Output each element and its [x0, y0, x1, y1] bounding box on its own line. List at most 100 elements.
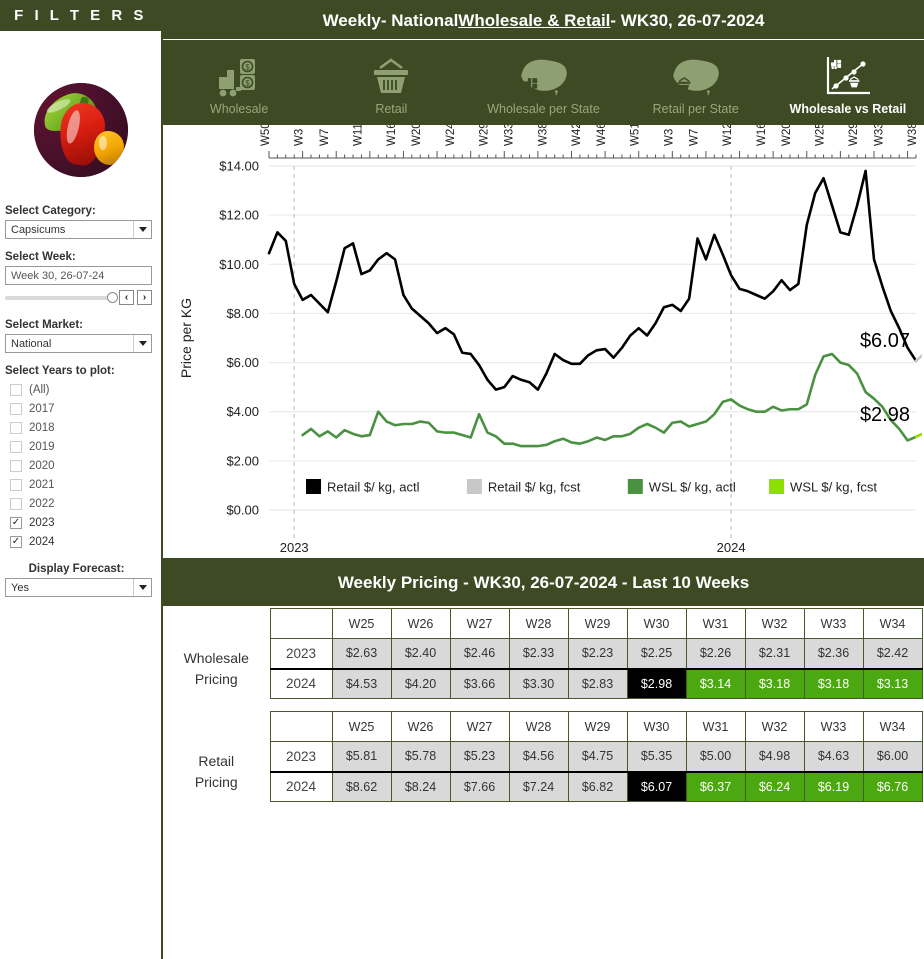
forecast-select-value: Yes	[11, 581, 29, 594]
week-column-header: W34	[862, 711, 923, 742]
category-select[interactable]: Capsicums	[5, 220, 152, 239]
wholesale-truck-icon: $ $	[216, 51, 262, 99]
checkbox-icon[interactable]	[10, 440, 22, 453]
table-price-cell[interactable]: $5.00	[685, 741, 746, 772]
year-checkbox-2023[interactable]: ✓ 2023	[10, 513, 153, 532]
year-checkbox-2018[interactable]: 2018	[10, 418, 153, 437]
table-row-label: Wholesale Pricing	[163, 639, 270, 699]
forecast-label: Display Forecast:	[28, 563, 125, 575]
year-checkbox-2022[interactable]: 2022	[10, 494, 153, 513]
tab-wholesale-per-state[interactable]: Wholesale per State	[467, 40, 619, 122]
table-price-cell[interactable]: $6.07	[626, 770, 687, 802]
week-column-header: W29	[567, 608, 628, 639]
table-price-cell[interactable]: $2.42	[862, 638, 923, 669]
tab-retail-per-state[interactable]: Retail per State	[620, 40, 772, 122]
year-checkbox-2024[interactable]: ✓ 2024	[10, 532, 153, 551]
table-price-cell[interactable]: $3.30	[508, 667, 569, 699]
year-column-header	[269, 608, 333, 639]
week-slider-knob[interactable]	[107, 291, 118, 303]
table-price-cell[interactable]: $5.23	[449, 741, 510, 772]
chevron-down-icon[interactable]	[133, 335, 151, 352]
week-prev-button[interactable]: ‹	[119, 290, 134, 305]
weekly-pricing-tables: W25 W26 W27 W28 W29 W30 W31 W32 W33 W34 Wholesale P…	[163, 608, 924, 959]
checkbox-icon[interactable]	[10, 421, 22, 434]
legend-label: Retail $/ kg, actl	[327, 480, 420, 495]
table-price-cell[interactable]: $7.24	[508, 770, 569, 802]
table-price-cell[interactable]: $4.20	[390, 667, 451, 699]
week-next-button[interactable]: ›	[137, 290, 152, 305]
chevron-down-icon[interactable]	[133, 221, 151, 238]
retail-basket-icon	[369, 51, 413, 99]
chevron-down-icon[interactable]	[133, 579, 151, 596]
table-price-cell[interactable]: $5.81	[331, 741, 392, 772]
x-axis-tick-label: W24	[445, 125, 457, 146]
week-column-header: W28	[508, 711, 569, 742]
table-price-cell[interactable]: $8.24	[390, 770, 451, 802]
table-price-cell[interactable]: $2.25	[626, 638, 687, 669]
checkbox-icon[interactable]	[10, 459, 22, 472]
svg-text:$: $	[245, 63, 250, 72]
table-price-cell[interactable]: $2.36	[803, 638, 864, 669]
forecast-select[interactable]: Yes	[5, 578, 152, 597]
year-checkbox-2019[interactable]: 2019	[10, 437, 153, 456]
table-price-cell[interactable]: $2.83	[567, 667, 628, 699]
year-label: 2017	[29, 402, 55, 415]
week-filter: Select Week: Week 30, 26-07-24 ‹ ›	[0, 251, 161, 305]
table-price-cell[interactable]: $3.18	[744, 667, 805, 699]
table-price-cell[interactable]: $2.33	[508, 638, 569, 669]
x-axis-tick-label: W16	[386, 125, 398, 146]
week-slider-row[interactable]: ‹ ›	[5, 290, 152, 305]
week-slider-track[interactable]	[5, 291, 118, 303]
table-price-cell[interactable]: $6.19	[803, 770, 864, 802]
table-price-cell[interactable]: $6.82	[567, 770, 628, 802]
category-filter: Select Category: Capsicums	[0, 205, 161, 239]
table-price-cell[interactable]: $4.75	[567, 741, 628, 772]
table-price-cell[interactable]: $6.00	[862, 741, 923, 772]
table-price-cell[interactable]: $7.66	[449, 770, 510, 802]
week-column-header: W26	[390, 711, 451, 742]
table-price-cell[interactable]: $3.14	[685, 667, 746, 699]
table-price-cell[interactable]: $2.26	[685, 638, 746, 669]
checkbox-icon[interactable]	[10, 497, 22, 510]
table-price-cell[interactable]: $6.37	[685, 770, 746, 802]
x-axis-tick-label: W25	[815, 125, 827, 146]
table-price-cell[interactable]: $2.23	[567, 638, 628, 669]
x-axis-tick-label: W20	[411, 125, 423, 146]
wholesale-vs-retail-chart: $14.00 $12.00 $10.00 $8.00 $6.00 $4.00 $2.00 $0…	[163, 124, 924, 560]
table-price-cell[interactable]: $4.53	[331, 667, 392, 699]
market-select-value: National	[11, 337, 52, 350]
table-price-cell[interactable]: $2.40	[390, 638, 451, 669]
table-price-cell[interactable]: $4.63	[803, 741, 864, 772]
year-checkbox-2020[interactable]: 2020	[10, 456, 153, 475]
table-price-cell[interactable]: $2.98	[626, 667, 687, 699]
checkbox-icon[interactable]: ✓	[10, 535, 22, 548]
year-checkbox-2017[interactable]: 2017	[10, 399, 153, 418]
table-price-cell[interactable]: $6.24	[744, 770, 805, 802]
year-checkbox-all[interactable]: (All)	[10, 380, 153, 399]
table-price-cell[interactable]: $3.13	[862, 667, 923, 699]
checkbox-icon[interactable]: ✓	[10, 516, 22, 529]
tab-wholesale-vs-retail[interactable]: Wholesale vs Retail	[772, 40, 924, 122]
market-select[interactable]: National	[5, 334, 152, 353]
checkbox-icon[interactable]	[10, 402, 22, 415]
table-price-cell[interactable]: $2.63	[331, 638, 392, 669]
table-price-cell[interactable]: $2.31	[744, 638, 805, 669]
checkbox-icon[interactable]	[10, 478, 22, 491]
table-price-cell[interactable]: $8.62	[331, 770, 392, 802]
table-price-cell[interactable]: $4.98	[744, 741, 805, 772]
week-value-field[interactable]: Week 30, 26-07-24	[5, 266, 152, 285]
tab-retail[interactable]: Retail	[315, 40, 467, 122]
tab-wholesale[interactable]: $ $ Wholesale	[163, 40, 315, 122]
y-axis-tick-label: $0.00	[226, 503, 259, 518]
checkbox-icon[interactable]	[10, 383, 22, 396]
table-price-cell[interactable]: $3.66	[449, 667, 510, 699]
x-axis-tick-label: W12	[722, 125, 734, 146]
table-price-cell[interactable]: $5.35	[626, 741, 687, 772]
table-price-cell[interactable]: $4.56	[508, 741, 569, 772]
year-checkbox-2021[interactable]: 2021	[10, 475, 153, 494]
table-price-cell[interactable]: $2.46	[449, 638, 510, 669]
table-price-cell[interactable]: $6.76	[862, 770, 923, 802]
table-price-cell[interactable]: $5.78	[390, 741, 451, 772]
table-price-cell[interactable]: $3.18	[803, 667, 864, 699]
x-axis-tick-label: W50	[260, 125, 272, 146]
